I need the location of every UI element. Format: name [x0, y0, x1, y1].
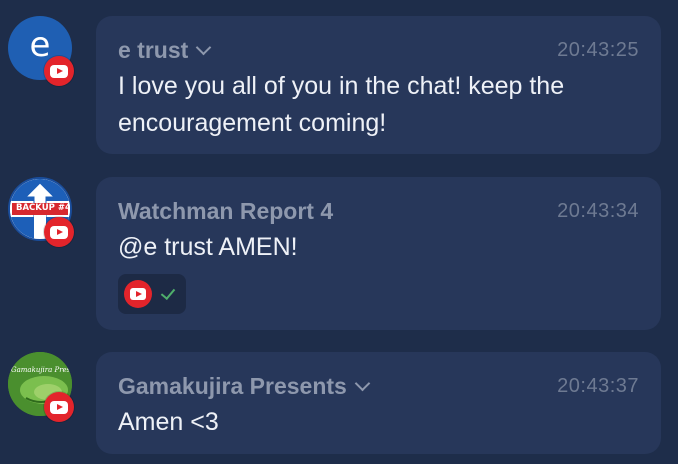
author-label: Watchman Report 4 — [118, 197, 334, 224]
timestamp: 20:43:34 — [557, 199, 639, 222]
message-text: Amen <3 — [118, 408, 219, 436]
chevron-down-icon[interactable] — [354, 375, 371, 391]
youtube-icon — [124, 280, 152, 308]
message-bubble: Watchman Report 4 20:43:34 @e trust AMEN… — [96, 177, 661, 330]
avatar-label: Gamakujira Presents — [11, 366, 69, 374]
youtube-icon — [44, 217, 74, 247]
author-label: Gamakujira Presents — [118, 372, 347, 399]
author-name[interactable]: Gamakujira Presents — [118, 372, 371, 400]
message-text: I love you all of you in the chat! keep … — [118, 72, 565, 137]
chevron-down-icon[interactable] — [196, 39, 212, 55]
avatar-letter: e — [29, 25, 51, 65]
avatar[interactable]: Gamakujira Presents — [8, 352, 74, 422]
timestamp: 20:43:37 — [557, 374, 639, 397]
reaction-chip[interactable] — [118, 274, 186, 314]
author-name[interactable]: e trust — [118, 36, 212, 64]
avatar[interactable]: e — [8, 16, 74, 86]
chat-feed: e e trust 20:43:25 I love you all of you… — [0, 0, 678, 464]
youtube-icon — [44, 392, 74, 422]
youtube-icon — [44, 56, 74, 86]
timestamp: 20:43:25 — [557, 38, 639, 61]
avatar[interactable]: BACKUP #4 — [8, 177, 74, 247]
message-text: @e trust AMEN! — [118, 233, 298, 261]
avatar-label: BACKUP #4 — [16, 203, 71, 213]
author-name[interactable]: Watchman Report 4 — [118, 198, 333, 225]
check-icon — [160, 284, 176, 300]
message-bubble: Gamakujira Presents 20:43:37 Amen <3 — [96, 352, 661, 454]
author-label: e trust — [118, 36, 189, 63]
message-bubble: e trust 20:43:25 I love you all of you i… — [96, 16, 661, 154]
